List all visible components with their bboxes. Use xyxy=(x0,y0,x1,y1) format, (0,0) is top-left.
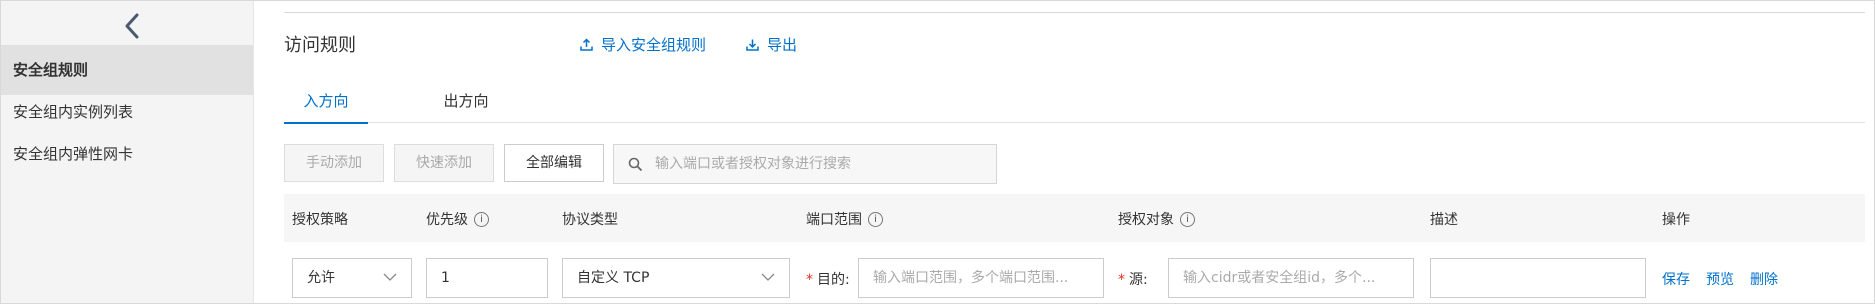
col-auth-object: 授权对象 i xyxy=(1118,209,1195,229)
table-header: 授权策略 优先级 i 协议类型 端口范围 i 授权对象 i 描述 操作 xyxy=(284,194,1865,242)
export-link[interactable]: 导出 xyxy=(746,34,797,55)
back-chevron-icon[interactable] xyxy=(119,11,149,41)
port-range-input[interactable] xyxy=(858,258,1104,298)
info-icon[interactable]: i xyxy=(474,211,489,227)
delete-link[interactable]: 删除 xyxy=(1750,269,1778,289)
search-box xyxy=(613,144,997,184)
table-row: 允许 自定义 TCP *目的: *源: 保存 预览 删除 xyxy=(284,250,1865,304)
manual-add-button[interactable]: 手动添加 xyxy=(284,144,384,182)
col-policy: 授权策略 xyxy=(292,212,348,228)
import-rules-label: 导入安全组规则 xyxy=(601,36,707,54)
policy-value: 允许 xyxy=(307,270,335,286)
col-protocol: 协议类型 xyxy=(562,212,618,228)
main-content: 访问规则 导入安全组规则 导出 入方向 出方向 手动添加 快速添加 全部编辑 授… xyxy=(254,0,1875,304)
col-description: 描述 xyxy=(1430,212,1458,228)
info-icon[interactable]: i xyxy=(868,211,883,227)
col-actions: 操作 xyxy=(1662,212,1690,228)
col-priority: 优先级 i xyxy=(426,209,489,229)
protocol-value: 自定义 TCP xyxy=(577,270,650,286)
export-label: 导出 xyxy=(767,36,798,54)
sidebar-item-elastic-nic[interactable]: 安全组内弹性网卡 xyxy=(1,129,253,179)
source-label: * 源: xyxy=(1118,272,1148,288)
import-rules-link[interactable]: 导入安全组规则 xyxy=(580,34,706,55)
priority-input[interactable] xyxy=(426,258,548,298)
preview-link[interactable]: 预览 xyxy=(1706,269,1734,289)
description-input[interactable] xyxy=(1430,258,1646,298)
policy-select[interactable]: 允许 xyxy=(292,258,412,298)
section-title: 访问规则 xyxy=(284,35,356,56)
col-port-range: 端口范围 i xyxy=(806,209,883,229)
tab-inbound[interactable]: 入方向 xyxy=(284,90,368,124)
quick-add-button[interactable]: 快速添加 xyxy=(394,144,494,182)
dest-label: * 目的: xyxy=(806,272,850,288)
save-link[interactable]: 保存 xyxy=(1662,269,1690,289)
search-input[interactable] xyxy=(653,155,987,173)
direction-tabs: 入方向 出方向 xyxy=(284,82,1865,124)
tab-outbound[interactable]: 出方向 xyxy=(424,90,508,122)
upload-icon xyxy=(580,38,593,51)
download-icon xyxy=(746,39,759,51)
search-icon xyxy=(628,157,643,171)
divider xyxy=(284,12,1865,13)
sidebar: 安全组规则 安全组内实例列表 安全组内弹性网卡 xyxy=(1,1,254,303)
chevron-down-icon xyxy=(383,273,397,281)
source-input[interactable] xyxy=(1168,258,1414,298)
protocol-select[interactable]: 自定义 TCP xyxy=(562,258,790,298)
chevron-down-icon xyxy=(761,273,775,281)
edit-all-button[interactable]: 全部编辑 xyxy=(504,144,604,182)
info-icon[interactable]: i xyxy=(1180,211,1195,227)
